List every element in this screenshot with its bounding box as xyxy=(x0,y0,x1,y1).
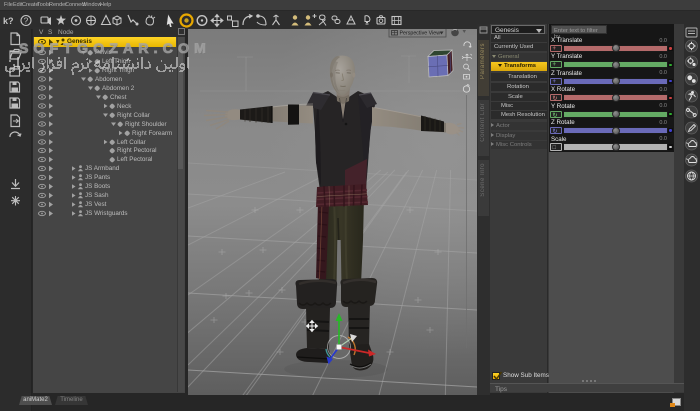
svg-text:k?: k? xyxy=(3,16,14,26)
svg-text:Perspective View: Perspective View xyxy=(400,31,441,37)
svg-text:?: ? xyxy=(24,17,29,26)
